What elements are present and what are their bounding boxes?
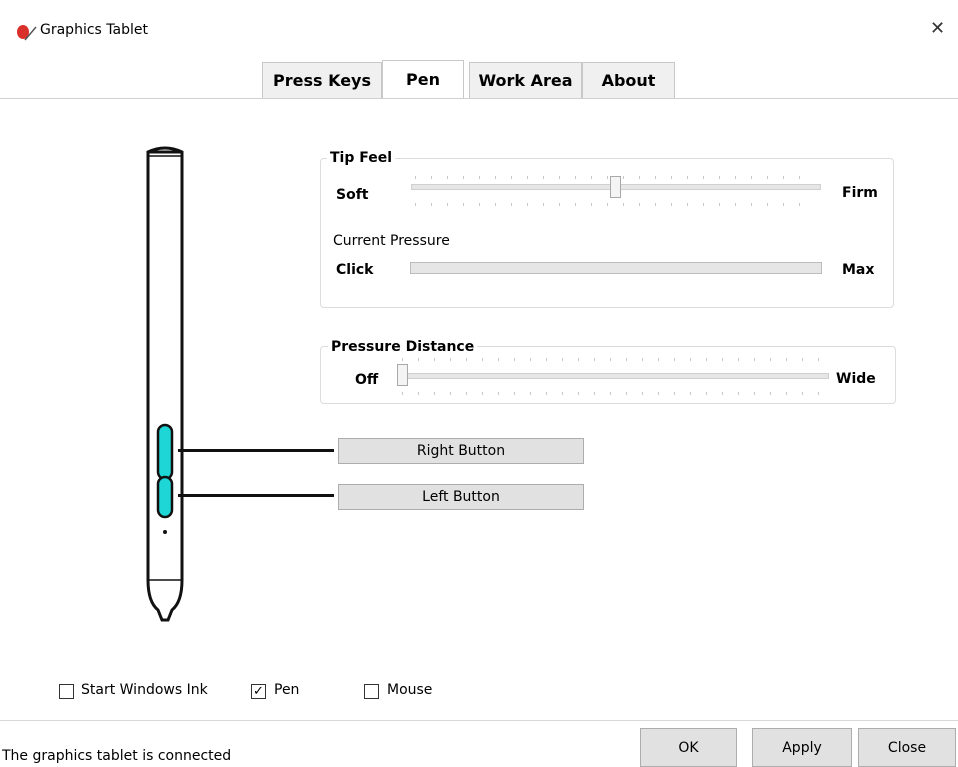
left-button-connector [178,494,334,497]
tab-divider [0,98,958,99]
current-pressure-label: Current Pressure [333,233,450,249]
pen-right-button-icon [156,423,174,481]
tip-feel-ticks-bottom [415,203,815,206]
window-title: Graphics Tablet [40,22,148,38]
left-button-assignment[interactable]: Left Button [338,484,584,510]
pressure-distance-track[interactable] [400,373,829,379]
footer-divider [0,720,958,721]
tab-work-area[interactable]: Work Area [469,62,582,98]
pen-illustration [146,146,184,622]
pressure-distance-off-label: Off [355,372,379,388]
pen-left-button-icon [156,475,174,519]
pressure-distance-wide-label: Wide [836,371,876,387]
apply-button[interactable]: Apply [752,728,852,767]
status-text: The graphics tablet is connected [2,748,232,764]
pressure-click-label: Click [336,262,374,278]
tip-feel-slider-thumb[interactable] [609,176,621,198]
current-pressure-bar [410,262,822,274]
start-windows-ink-label: Start Windows Ink [81,682,208,698]
tip-feel-title: Tip Feel [327,150,396,166]
tab-about[interactable]: About [582,62,675,98]
close-button[interactable]: Close [858,728,956,767]
right-button-assignment[interactable]: Right Button [338,438,584,464]
pen-checkbox-label: Pen [274,682,300,698]
tab-press-keys[interactable]: Press Keys [262,62,382,98]
start-windows-ink-checkbox[interactable] [59,684,74,699]
pressure-max-label: Max [842,262,875,278]
checkmark-icon: ✓ [253,684,264,699]
mouse-checkbox-label: Mouse [387,682,433,698]
tip-feel-firm-label: Firm [842,185,878,201]
close-icon[interactable]: ✕ [930,18,945,39]
pressure-distance-title: Pressure Distance [328,339,478,355]
tip-feel-soft-label: Soft [336,187,369,203]
pressure-distance-ticks-top [402,358,827,361]
pressure-distance-slider-thumb[interactable] [397,364,408,386]
pressure-distance-ticks-bottom [402,392,827,395]
title-bar: Graphics Tablet ✕ [0,0,958,60]
pen-checkbox[interactable]: ✓ [251,684,266,699]
ok-button[interactable]: OK [640,728,737,767]
app-icon [17,25,37,41]
right-button-connector [178,449,334,452]
mouse-checkbox[interactable] [364,684,379,699]
tab-pen[interactable]: Pen [382,60,464,98]
